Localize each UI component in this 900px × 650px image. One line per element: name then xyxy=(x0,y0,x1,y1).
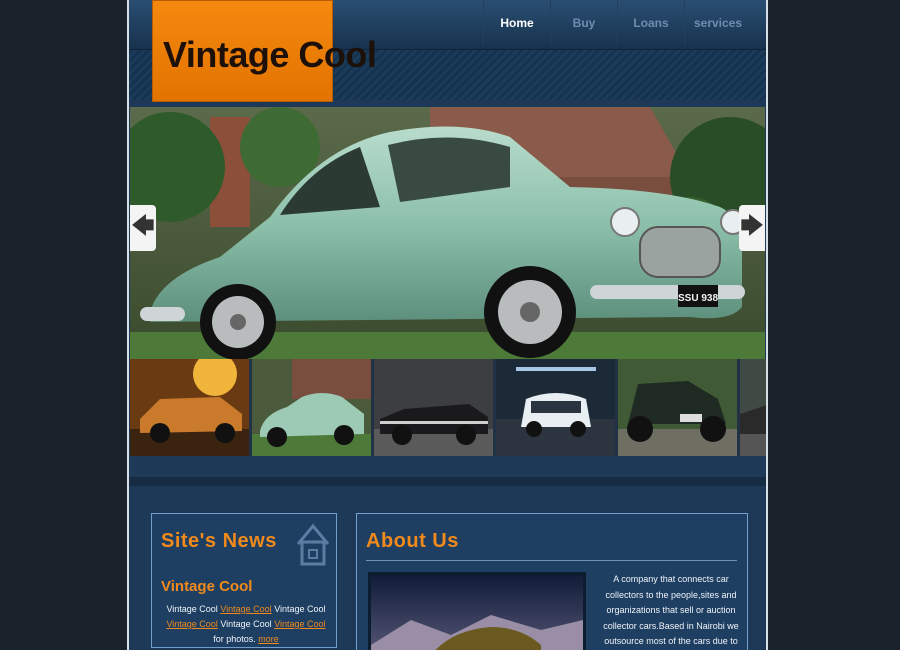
news-text-part: for photos. xyxy=(213,634,259,644)
hero-image: SSU 938 xyxy=(130,107,765,359)
thumbnail-4[interactable] xyxy=(496,359,615,456)
nav-services[interactable]: services xyxy=(684,0,751,46)
arrow-left-icon: 🡄 xyxy=(131,213,155,238)
hero-slider: SSU 938 🡄 🡆 xyxy=(130,107,765,359)
home-icon xyxy=(296,523,330,566)
news-heading: Vintage Cool xyxy=(161,578,253,595)
logo-text: Vintage Cool xyxy=(163,34,377,75)
news-link[interactable]: Vintage Cool xyxy=(220,604,271,614)
slider-next-button[interactable]: 🡆 xyxy=(739,205,765,251)
news-link[interactable]: Vintage Cool xyxy=(274,619,325,629)
news-text-part: Vintage Cool xyxy=(166,604,221,614)
slider-prev-button[interactable]: 🡄 xyxy=(130,205,156,251)
nav-home[interactable]: Home xyxy=(483,0,550,46)
thumbnail-6[interactable] xyxy=(740,359,766,456)
news-text-part: Vintage Cool xyxy=(217,619,275,629)
news-link[interactable]: Vintage Cool xyxy=(166,619,217,629)
thumbnail-3[interactable] xyxy=(374,359,493,456)
site-news-title: Site's News xyxy=(161,530,277,552)
slider-footer-band xyxy=(129,456,766,486)
nav-loans[interactable]: Loans xyxy=(617,0,684,46)
about-divider xyxy=(366,560,737,561)
about-us-box: About Us A company that connects car col… xyxy=(356,513,748,650)
nav-buy[interactable]: Buy xyxy=(550,0,617,46)
page-container: Home Buy Loans services Vintage Cool SSU… xyxy=(127,0,768,650)
logo[interactable]: Vintage Cool xyxy=(152,0,377,102)
main-nav: Home Buy Loans services xyxy=(483,0,751,46)
site-news-box: Site's News Vintage Cool Vintage Cool Vi… xyxy=(151,513,337,648)
thumbnail-5[interactable] xyxy=(618,359,737,456)
about-image xyxy=(368,572,586,650)
more-link[interactable]: more xyxy=(258,634,279,644)
thumbnail-strip xyxy=(130,359,766,456)
news-text: Vintage Cool Vintage Cool Vintage Cool V… xyxy=(164,602,328,647)
about-us-title: About Us xyxy=(366,530,459,552)
thumbnail-2[interactable] xyxy=(252,359,371,456)
news-text-part: Vintage Cool xyxy=(271,604,326,614)
about-text: A company that connects car collectors t… xyxy=(603,574,739,646)
thumbnail-1[interactable] xyxy=(130,359,249,456)
plate-text: SSU 938 xyxy=(678,293,718,304)
arrow-right-icon: 🡆 xyxy=(740,213,764,238)
